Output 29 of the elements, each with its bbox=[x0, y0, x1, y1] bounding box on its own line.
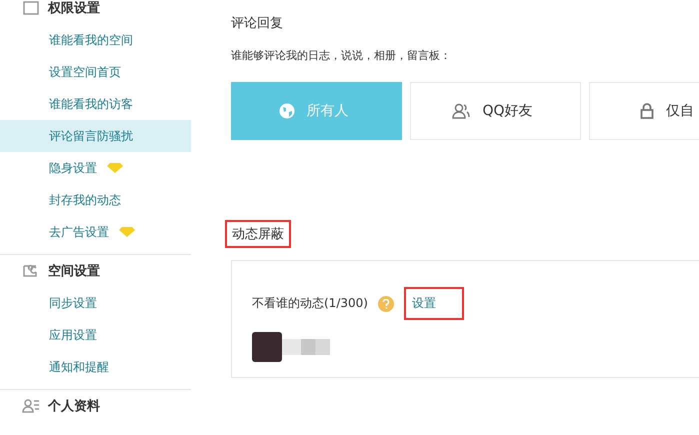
settings-link[interactable]: 设置 bbox=[404, 287, 464, 320]
privacy-option[interactable]: QQ好友 bbox=[410, 82, 581, 140]
lock-icon bbox=[640, 103, 654, 119]
sidebar-item[interactable]: 隐身设置 bbox=[0, 152, 191, 184]
sidebar-item[interactable]: 通知和提醒 bbox=[0, 351, 191, 383]
blocked-feed-label: 不看谁的动态(1/300) bbox=[252, 295, 368, 312]
blurred-name bbox=[282, 339, 330, 355]
person-list-icon bbox=[22, 398, 40, 414]
section-title: 评论回复 bbox=[231, 15, 284, 32]
sidebar-item[interactable]: 同步设置 bbox=[0, 287, 191, 319]
sidebar-item[interactable]: 谁能看我的空间 bbox=[0, 24, 191, 56]
globe-icon bbox=[278, 103, 294, 119]
sidebar-item[interactable]: 谁能看我的访客 bbox=[0, 88, 191, 120]
sidebar-item[interactable]: 评论留言防骚扰 bbox=[0, 120, 191, 152]
sidebar-item[interactable]: 封存我的动态 bbox=[0, 184, 191, 216]
avatar-placeholder bbox=[252, 332, 282, 362]
section-heading: 权限设置 bbox=[48, 0, 100, 17]
sidebar-item[interactable]: 应用设置 bbox=[0, 319, 191, 351]
friends-icon bbox=[452, 103, 470, 119]
puzzle-icon bbox=[22, 263, 40, 279]
help-icon[interactable] bbox=[378, 296, 394, 312]
question-text: 谁能够评论我的日志，说说，相册，留言板： bbox=[231, 48, 452, 63]
privacy-option[interactable]: 仅自 bbox=[589, 82, 699, 140]
section-title: 动态屏蔽 bbox=[225, 220, 291, 248]
window-icon bbox=[22, 0, 40, 16]
sidebar-item[interactable]: 设置空间首页 bbox=[0, 56, 191, 88]
section-heading: 个人资料 bbox=[48, 398, 100, 415]
sidebar-item[interactable]: 去广告设置 bbox=[0, 216, 191, 248]
section-heading: 空间设置 bbox=[48, 262, 100, 280]
